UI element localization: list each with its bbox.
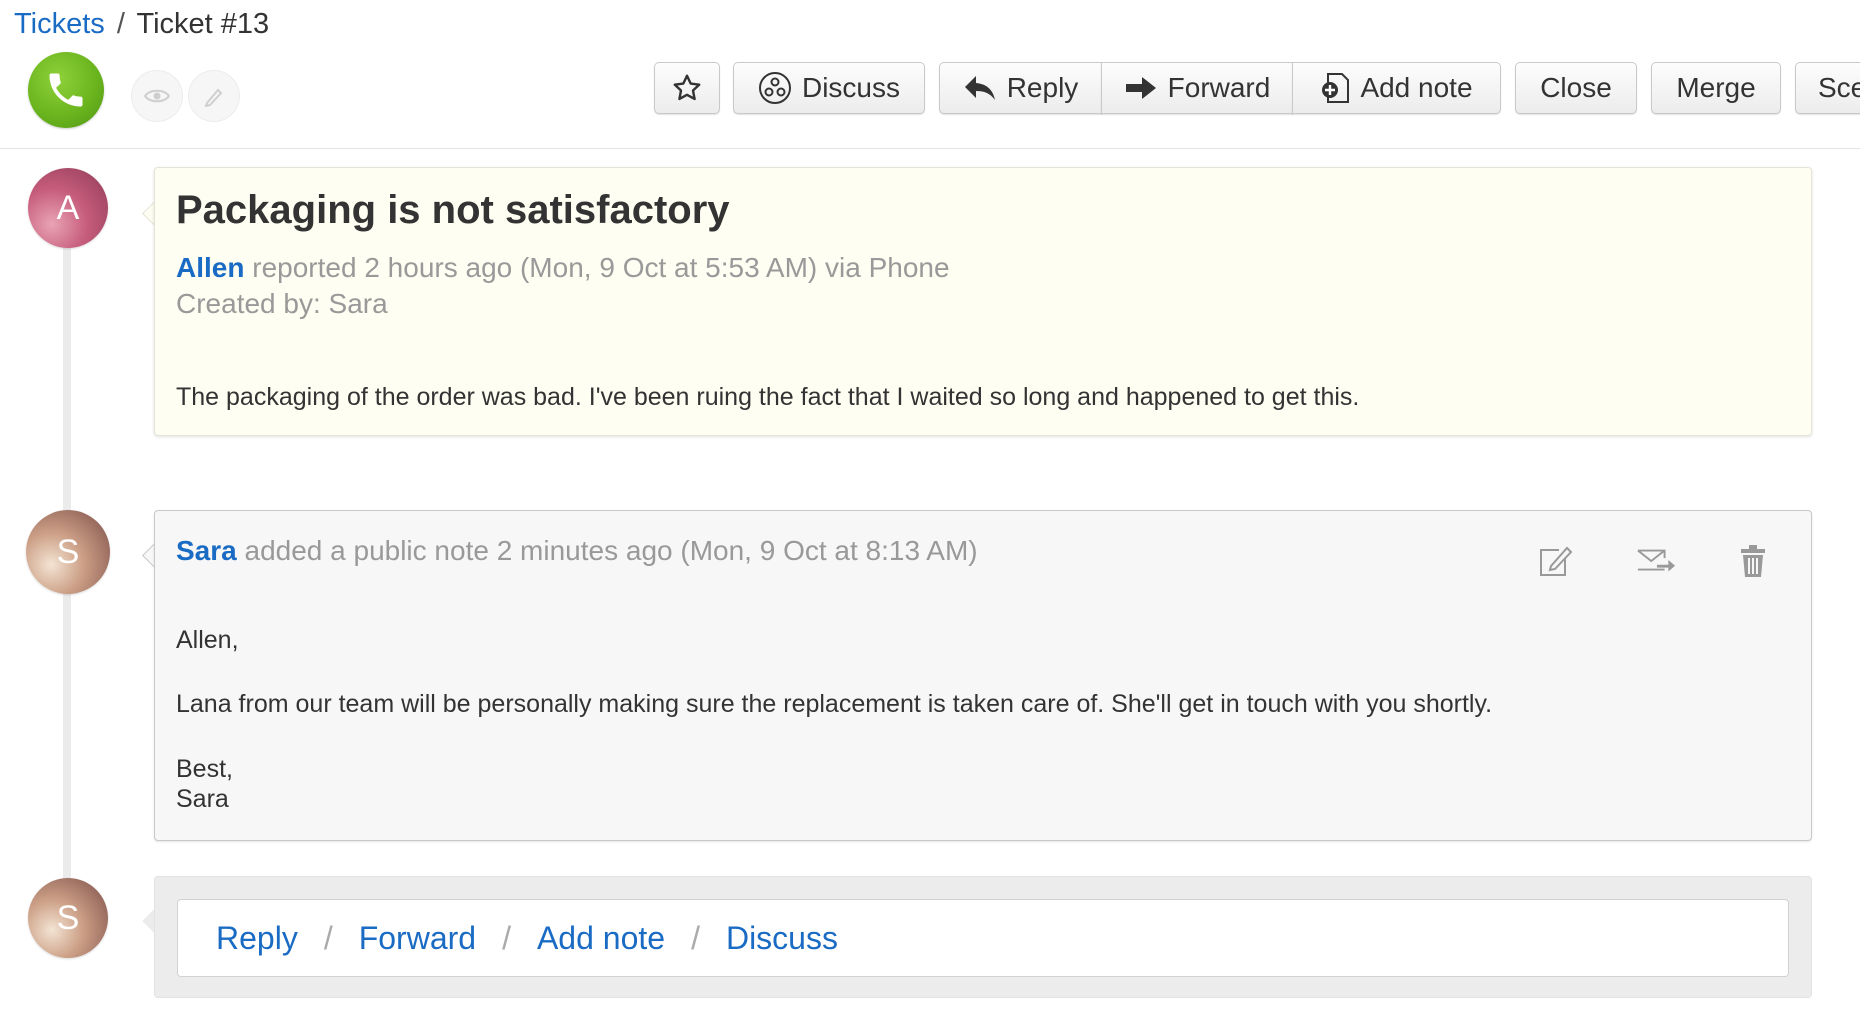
discuss-button-label: Discuss (801, 72, 900, 103)
add-note-icon (1322, 73, 1350, 103)
public-note-card: Sara added a public note 2 minutes ago (… (154, 510, 1812, 841)
forward-button[interactable]: Forward (1101, 62, 1293, 114)
ticket-description-card: Packaging is not satisfactory Allen repo… (154, 167, 1812, 436)
forward-note-button[interactable] (1636, 541, 1676, 581)
note-author-avatar-letter: S (56, 532, 80, 571)
trash-icon (1741, 545, 1765, 577)
note-line-signoff: Best, (176, 755, 233, 783)
reply-bar: Reply / Forward / Add note / Discuss (154, 876, 1812, 998)
add-note-link[interactable]: Add note (537, 920, 665, 957)
reply-arrow-icon (964, 76, 995, 100)
reply-actions-box: Reply / Forward / Add note / Discuss (177, 899, 1789, 977)
mail-forward-icon (1637, 549, 1676, 572)
breadcrumb: Tickets / Ticket #13 (14, 8, 269, 41)
add-note-link-separator: / (691, 919, 700, 956)
reply-button[interactable]: Reply (939, 62, 1102, 114)
requester-avatar[interactable]: A (28, 168, 108, 248)
breadcrumb-separator: / (116, 8, 125, 40)
forward-link-separator: / (502, 919, 511, 956)
toolbar-divider (0, 148, 1860, 149)
ticket-description: The packaging of the order was bad. I've… (176, 383, 1360, 411)
current-agent-avatar: S (28, 878, 108, 958)
close-button[interactable]: Close (1515, 62, 1637, 114)
merge-button[interactable]: Merge (1651, 62, 1781, 114)
edit-ticket-button[interactable] (188, 70, 240, 122)
forward-arrow-icon (1125, 77, 1156, 99)
edit-note-button[interactable] (1535, 541, 1575, 581)
add-note-button-label: Add note (1360, 72, 1473, 103)
edit-icon (1540, 546, 1573, 576)
eye-icon (144, 89, 170, 103)
breadcrumb-current: Ticket #13 (136, 8, 270, 40)
note-line-signature: Sara (176, 785, 229, 813)
ticket-reported-text: reported 2 hours ago (Mon, 9 Oct at 5:53… (252, 252, 950, 283)
star-icon (673, 74, 701, 101)
merge-button-label: Merge (1676, 72, 1756, 103)
note-line-greeting: Allen, (176, 626, 239, 654)
ticket-title: Packaging is not satisfactory (176, 188, 730, 232)
discuss-icon (758, 72, 791, 104)
forward-button-label: Forward (1167, 72, 1271, 103)
ticket-created-by: Created by: Sara (176, 288, 388, 319)
discuss-button[interactable]: Discuss (733, 62, 925, 114)
reply-link-separator: / (323, 919, 333, 956)
watch-button[interactable] (131, 70, 183, 122)
delete-note-button[interactable] (1733, 541, 1773, 581)
note-line-message: Lana from our team will be personally ma… (176, 690, 1493, 718)
ticket-meta: Allen reported 2 hours ago (Mon, 9 Oct a… (176, 252, 950, 284)
breadcrumb-tickets-link[interactable]: Tickets (14, 8, 105, 40)
reply-link[interactable]: Reply (216, 920, 298, 957)
phone-icon (49, 73, 83, 107)
note-meta-text: added a public note 2 minutes ago (Mon, … (244, 535, 978, 566)
scenario-button-label: Sce (1818, 72, 1860, 103)
favorite-button[interactable] (654, 62, 720, 114)
note-author-link[interactable]: Sara (176, 535, 237, 566)
phone-source-icon (28, 52, 104, 128)
pencil-icon (204, 88, 223, 107)
current-agent-avatar-letter: S (56, 898, 80, 937)
note-author-avatar[interactable]: S (26, 510, 110, 594)
forward-link[interactable]: Forward (359, 920, 476, 957)
scenario-button[interactable]: Sce (1795, 62, 1860, 114)
requester-name-link[interactable]: Allen (176, 252, 244, 283)
discuss-link[interactable]: Discuss (726, 920, 838, 957)
reply-button-label: Reply (1006, 72, 1079, 103)
add-note-button[interactable]: Add note (1292, 62, 1501, 114)
requester-avatar-letter: A (56, 188, 80, 227)
note-meta: Sara added a public note 2 minutes ago (… (176, 535, 978, 567)
close-button-label: Close (1540, 72, 1612, 103)
